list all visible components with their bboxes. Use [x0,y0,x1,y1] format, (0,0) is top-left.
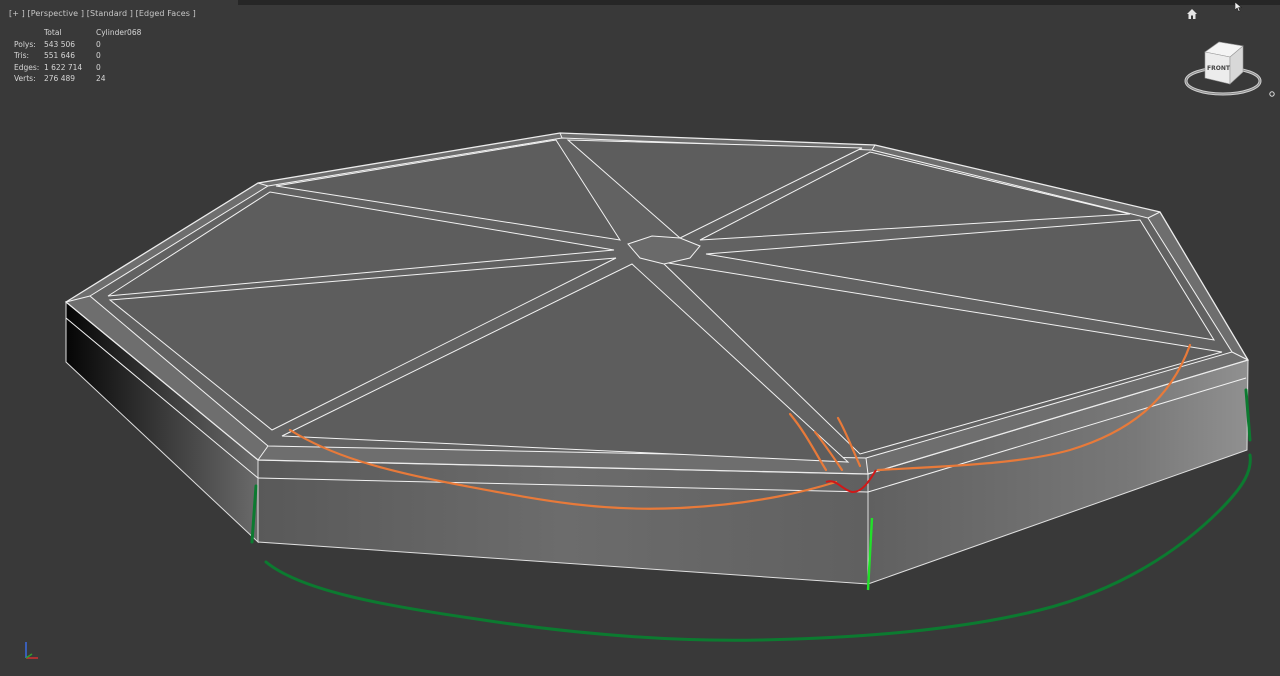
scene-canvas[interactable] [0,0,1280,676]
mesh-side-front [257,459,869,585]
perspective-viewport[interactable]: [+ ] [Perspective ] [Standard ] [Edged F… [0,0,1280,676]
axis-tripod-icon [25,642,38,659]
